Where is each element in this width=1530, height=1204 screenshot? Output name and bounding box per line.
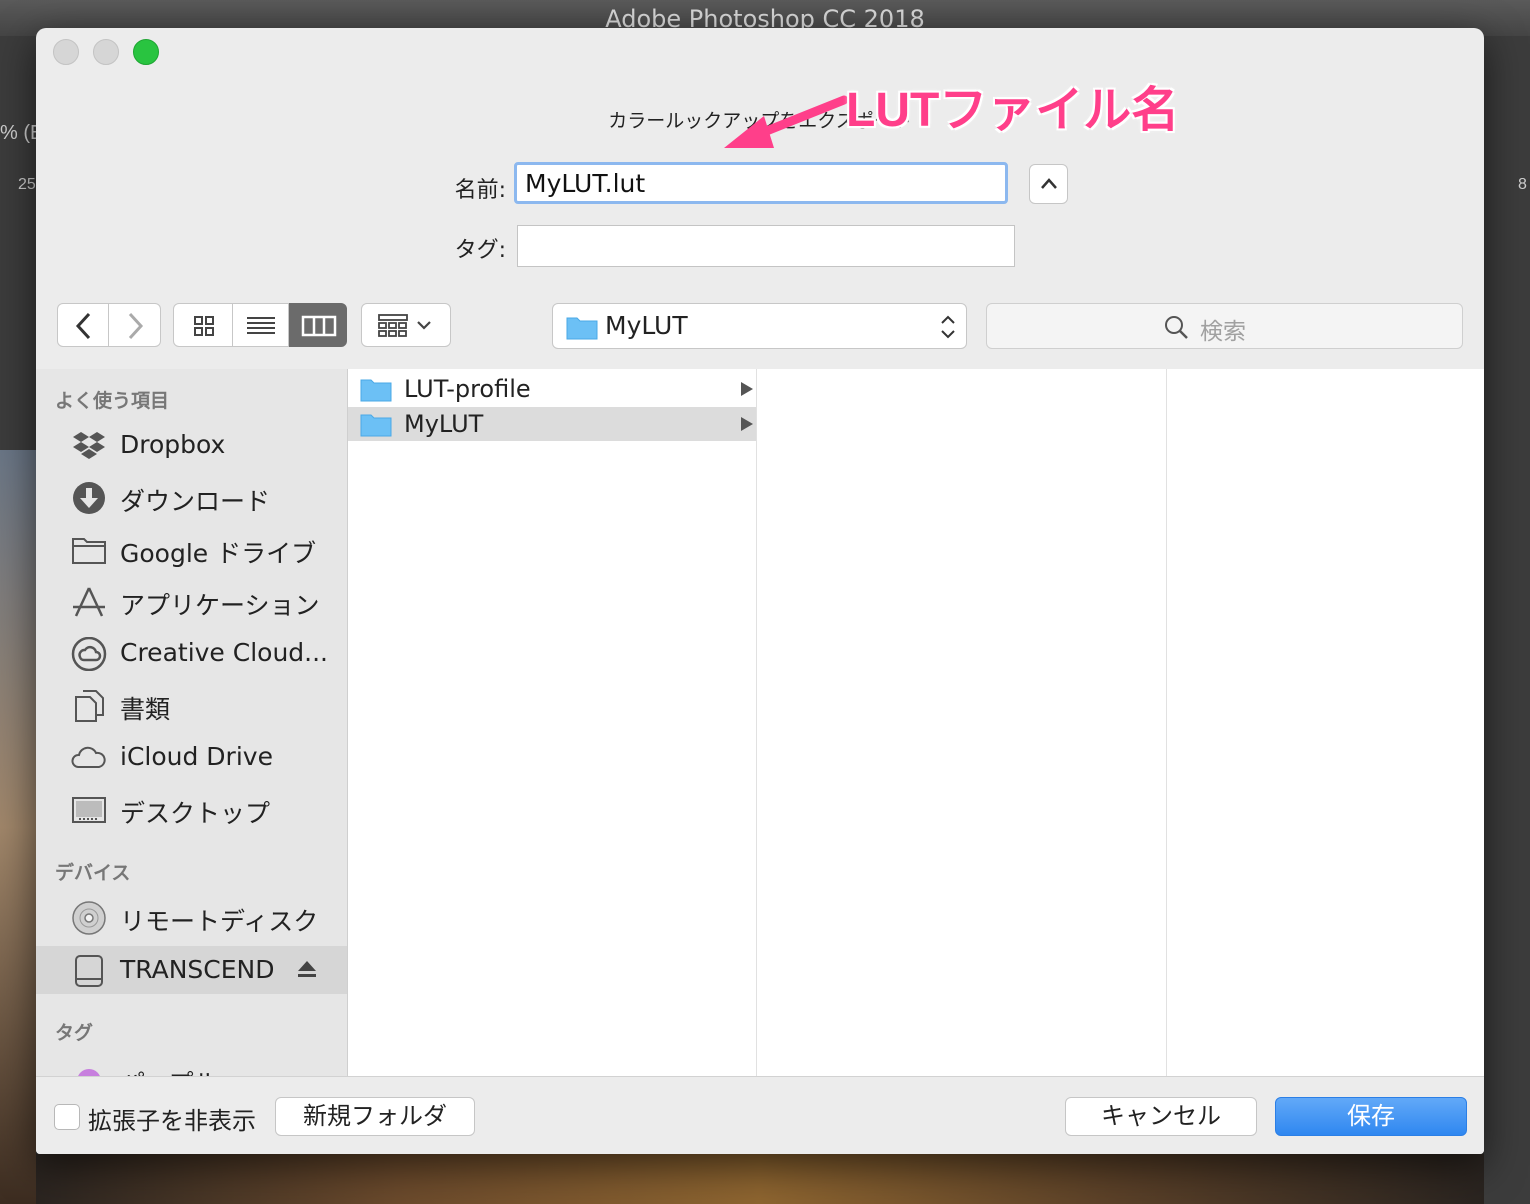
sidebar-item-google-drive[interactable]: Google ドライブ <box>36 525 347 573</box>
sidebar-item-downloads[interactable]: ダウンロード <box>36 473 347 521</box>
favorites-header: よく使う項目 <box>55 390 170 412</box>
sidebar-item-transcend[interactable]: TRANSCEND <box>36 946 347 994</box>
sidebar-item-label: デスクトップ <box>120 799 271 828</box>
folder-icon <box>360 414 392 437</box>
group-view-button[interactable] <box>361 303 451 347</box>
applications-icon <box>73 587 105 617</box>
search-field[interactable]: 検索 <box>986 303 1463 349</box>
minimize-button[interactable] <box>93 39 119 65</box>
sidebar-item-label: パープル <box>120 1064 219 1076</box>
forward-button[interactable] <box>109 303 161 347</box>
save-button[interactable]: 保存 <box>1275 1097 1467 1136</box>
list-icon <box>247 317 275 334</box>
cancel-button[interactable]: キャンセル <box>1065 1097 1257 1136</box>
download-icon <box>73 482 105 514</box>
hide-extension-label: 拡張子を非表示 <box>88 1107 256 1135</box>
file-name: MyLUT <box>404 410 484 438</box>
search-placeholder: 検索 <box>1200 319 1246 345</box>
bottom-bar: 拡張子を非表示 新規フォルダ キャンセル 保存 <box>36 1076 1484 1154</box>
cloud-icon <box>71 746 106 768</box>
sidebar-item-applications[interactable]: アプリケーション <box>36 577 347 625</box>
file-row-lut-profile[interactable]: LUT-profile <box>348 372 756 406</box>
sidebar-item-documents[interactable]: 書類 <box>36 681 347 729</box>
folder-icon <box>72 538 106 564</box>
ruler-fragment-right: 8 <box>1518 176 1527 193</box>
hide-extension-checkbox[interactable] <box>54 1104 80 1130</box>
sidebar-item-icloud-drive[interactable]: iCloud Drive <box>36 733 347 781</box>
collapse-button[interactable] <box>1029 164 1068 204</box>
drive-icon <box>75 955 103 987</box>
chevron-up-icon <box>1040 178 1057 189</box>
sidebar-item-tag-purple[interactable]: パープル <box>36 1055 347 1076</box>
tags-label: タグ: <box>454 238 506 263</box>
devices-header: デバイス <box>55 862 131 884</box>
sidebar-item-label: TRANSCEND <box>120 955 275 984</box>
icon-view-button[interactable] <box>173 303 233 347</box>
canvas-image-left <box>0 450 36 1204</box>
grid-icon <box>194 316 214 336</box>
sidebar-item-creative-cloud[interactable]: Creative Cloud... <box>36 629 347 677</box>
column-divider[interactable] <box>1166 369 1167 1076</box>
annotation-arrow-icon <box>724 95 849 148</box>
columns-icon <box>301 315 337 337</box>
sidebar-item-label: Dropbox <box>120 430 226 459</box>
folder-icon <box>566 317 598 340</box>
annotation-label: LUTファイル名 <box>846 84 1180 137</box>
search-icon <box>1165 316 1188 339</box>
chevron-right-icon <box>128 312 144 340</box>
zoom-button[interactable] <box>133 39 159 65</box>
group-grid-icon <box>378 314 431 337</box>
sidebar-item-label: リモートディスク <box>120 907 319 936</box>
documents-icon <box>75 690 104 722</box>
tag-dot-icon <box>78 1069 100 1076</box>
filename-input[interactable]: MyLUT.lut <box>514 162 1008 204</box>
sidebar-item-dropbox[interactable]: Dropbox <box>36 421 347 469</box>
file-browser: LUT-profile MyLUT <box>348 369 1484 1076</box>
sidebar-item-desktop[interactable]: デスクトップ <box>36 785 347 833</box>
disclosure-arrow-icon <box>741 417 753 431</box>
sidebar-item-label: Creative Cloud... <box>120 638 329 667</box>
column-divider[interactable] <box>756 369 757 1076</box>
location-label: MyLUT <box>605 311 688 340</box>
sidebar-item-remote-disc[interactable]: リモートディスク <box>36 893 347 941</box>
chevron-left-icon <box>75 312 91 340</box>
file-name: LUT-profile <box>404 375 531 403</box>
sidebar-item-label: iCloud Drive <box>120 742 273 771</box>
sidebar-item-label: アプリケーション <box>120 591 320 620</box>
creative-cloud-icon <box>71 637 107 671</box>
up-down-arrows-icon <box>941 315 955 339</box>
export-dialog: カラールックアップをエクスポート LUTファイル名 名前: MyLUT.lut … <box>36 28 1484 1154</box>
folder-icon <box>360 379 392 402</box>
tags-header: タグ <box>55 1022 94 1044</box>
name-label: 名前: <box>454 178 506 203</box>
sidebar-item-label: Google ドライブ <box>120 539 317 568</box>
dropbox-icon <box>73 432 105 459</box>
disclosure-arrow-icon <box>741 382 753 396</box>
close-button[interactable] <box>53 39 79 65</box>
desktop-icon <box>72 797 106 823</box>
app-right-panel <box>1484 36 1530 1204</box>
column-view-button[interactable] <box>289 303 347 347</box>
file-row-mylut[interactable]: MyLUT <box>348 407 756 441</box>
dialog-titlebar <box>36 28 1484 72</box>
list-view-button[interactable] <box>233 303 289 347</box>
sidebar: よく使う項目 Dropbox ダウンロード Google ドライブ アプリケーシ… <box>36 369 348 1076</box>
location-popup[interactable]: MyLUT <box>552 303 967 349</box>
back-button[interactable] <box>57 303 109 347</box>
new-folder-button[interactable]: 新規フォルダ <box>275 1097 475 1136</box>
ruler-fragment: 25 <box>18 176 36 193</box>
eject-icon[interactable] <box>296 959 318 981</box>
disc-icon <box>72 901 106 935</box>
canvas-image-bottom <box>36 1154 1484 1204</box>
sidebar-item-label: ダウンロード <box>120 487 271 516</box>
sidebar-item-label: 書類 <box>120 695 171 724</box>
tags-input[interactable] <box>517 225 1015 267</box>
